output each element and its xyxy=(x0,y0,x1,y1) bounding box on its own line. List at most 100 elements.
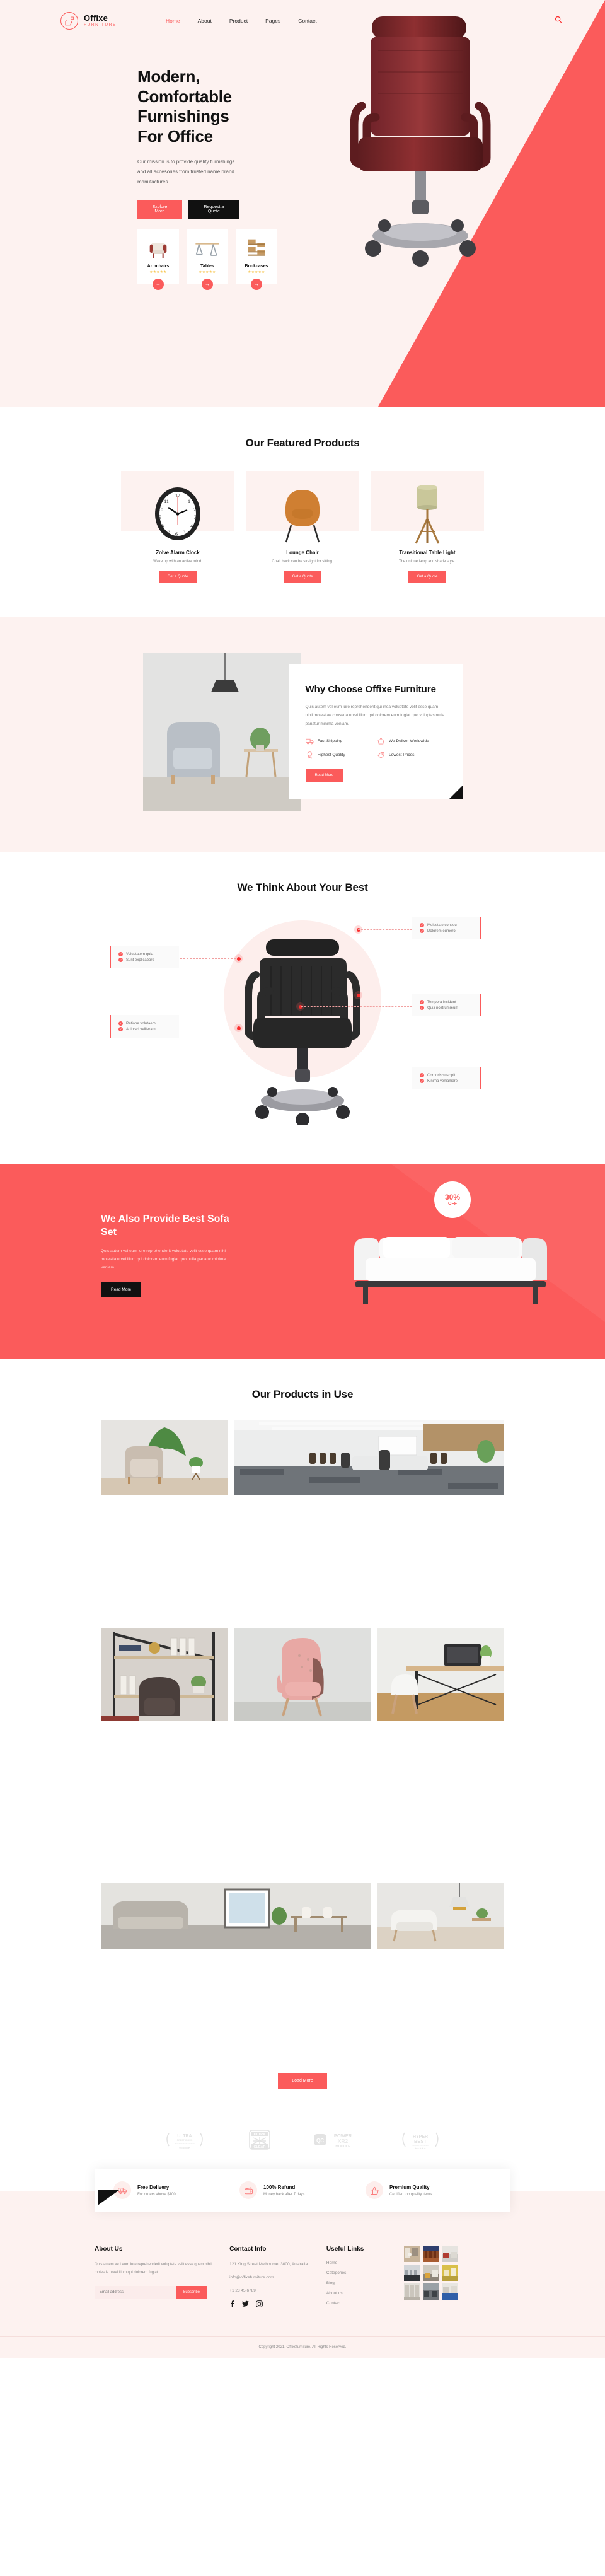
footer-about-text: Quis autem ve l eum iure reprehenderit v… xyxy=(95,2263,212,2275)
gallery-tile[interactable] xyxy=(101,1883,371,2057)
email-input[interactable] xyxy=(95,2286,176,2299)
gallery-tile[interactable] xyxy=(377,1883,504,2057)
check-icon: ✓ xyxy=(118,1021,123,1026)
product-name: Zolve Alarm Clock xyxy=(156,550,200,555)
hotspot-line: ✓ Voluptatem quia xyxy=(118,952,171,956)
instagram-thumb[interactable] xyxy=(403,2246,420,2262)
price-tag-icon xyxy=(377,752,384,759)
discount-off-label: OFF xyxy=(448,1202,457,1206)
instagram-thumb[interactable] xyxy=(422,2265,439,2281)
gallery-tile[interactable] xyxy=(234,1420,504,1622)
instagram-thumb[interactable] xyxy=(441,2283,458,2300)
gallery-tile[interactable] xyxy=(101,1420,228,1622)
why-choose-features: Fast Shipping We Deliver Worldwide Highe… xyxy=(305,737,446,759)
instagram-icon[interactable] xyxy=(256,2300,263,2307)
why-choose-section: Why Choose Offixe Furniture Quis autem v… xyxy=(0,617,605,852)
bookcase-icon xyxy=(238,234,275,260)
check-icon: ✓ xyxy=(118,958,123,962)
hotspot-text: Corporis suscipit xyxy=(427,1073,456,1077)
arrow-right-icon[interactable]: → xyxy=(153,278,164,290)
footer-phone[interactable]: +1 23 45 6789 xyxy=(229,2287,326,2295)
basket-icon xyxy=(377,738,384,745)
why-choose-card: Why Choose Offixe Furniture Quis autem v… xyxy=(289,664,463,800)
svg-text:QC: QC xyxy=(316,2138,324,2144)
hotspot-line: ✓ Quis nostrumreum xyxy=(420,1006,473,1010)
subscribe-button[interactable]: Subscribe xyxy=(176,2286,207,2299)
sofa-copy: We Also Provide Best Sofa Set Quis autem… xyxy=(101,1213,239,1297)
hotspot-line: ✓ Tempora incidunt xyxy=(420,1000,473,1004)
instagram-thumb[interactable] xyxy=(441,2246,458,2262)
nav-item-product[interactable]: Product xyxy=(229,18,248,24)
brand-logo[interactable]: Offixe FURNITURE xyxy=(60,11,117,30)
check-icon: ✓ xyxy=(420,1079,424,1083)
hero-title: Modern, Comfortable Furnishings For Offi… xyxy=(137,67,232,146)
get-quote-button[interactable]: Get a Quote xyxy=(408,571,447,583)
product-desc: The unique lamp and shade style. xyxy=(398,560,456,564)
svg-text:2: 2 xyxy=(193,507,196,513)
footer-contact-title: Contact Info xyxy=(229,2246,267,2253)
corner-decoration xyxy=(448,786,463,800)
main-navbar: Offixe FURNITURE Home About Product Page… xyxy=(0,0,605,30)
product-name: Lounge Chair xyxy=(286,550,319,555)
category-name: Bookcases xyxy=(245,264,268,269)
twitter-icon[interactable] xyxy=(242,2300,250,2307)
hero-section: Offixe FURNITURE Home About Product Page… xyxy=(0,0,605,407)
nav-item-pages[interactable]: Pages xyxy=(265,18,280,24)
alarm-clock-icon: 1212 345 678 91011 xyxy=(155,487,200,540)
hotspot-card-corporis: ✓ Corporis suscipit ✓ Kinima veniamare xyxy=(412,1067,481,1089)
gallery-tile[interactable] xyxy=(101,1628,228,1877)
brand-name: Offixe xyxy=(84,13,108,23)
rating-stars: ★★★★★ xyxy=(199,270,216,274)
category-card-tables[interactable]: Tables ★★★★★ → xyxy=(187,228,228,290)
category-card-armchairs[interactable]: Armchairs ★★★★★ → xyxy=(137,228,179,290)
footer-link-blog[interactable]: Blog xyxy=(326,2281,404,2285)
arrow-right-icon[interactable]: → xyxy=(251,278,262,290)
why-read-more-button[interactable]: Read More xyxy=(305,769,343,782)
sofa-image xyxy=(354,1237,547,1304)
svg-text:WINNER: WINNER xyxy=(179,2146,191,2149)
hotspot-line: ✓ Molestiae conseu xyxy=(420,923,473,927)
get-quote-button[interactable]: Get a Quote xyxy=(283,571,322,583)
service-free-delivery: Free Delivery For orders above $100 xyxy=(113,2181,239,2199)
footer-email[interactable]: info@offixefurniture.com xyxy=(229,2274,326,2282)
instagram-thumb[interactable] xyxy=(441,2265,458,2281)
nav-item-about[interactable]: About xyxy=(198,18,212,24)
gallery-tile[interactable] xyxy=(377,1628,504,1877)
footer-link-about-us[interactable]: About us xyxy=(326,2291,404,2295)
instagram-thumb[interactable] xyxy=(403,2265,420,2281)
load-more-button[interactable]: Load More xyxy=(278,2073,327,2089)
featured-products-section: Our Featured Products 12 1 2 345 678 9 10 11 xyxy=(0,407,605,617)
gallery-tile[interactable] xyxy=(234,1628,371,1877)
explore-more-button[interactable]: Explore More xyxy=(137,199,182,219)
sofa-read-more-button[interactable]: Read More xyxy=(101,1282,142,1297)
subscribe-form: Subscribe xyxy=(95,2286,207,2299)
footer-link-categories[interactable]: Categories xyxy=(326,2271,404,2275)
hotspot-line: ✓ Adipisci veliteram xyxy=(118,1027,171,1031)
medal-icon xyxy=(307,751,312,759)
facebook-icon[interactable] xyxy=(229,2300,235,2307)
service-title: Premium Quality xyxy=(389,2184,430,2190)
discount-badge: 30% OFF xyxy=(434,1181,471,1218)
service-sub: Money back after 7 days xyxy=(263,2192,305,2196)
nav-item-home[interactable]: Home xyxy=(166,18,180,24)
check-icon: ✓ xyxy=(420,1073,424,1077)
feature-highest-quality: Highest Quality xyxy=(306,751,375,759)
request-quote-button[interactable]: Request a Quote xyxy=(188,199,239,219)
thumbs-up-icon xyxy=(366,2181,383,2199)
instagram-thumb[interactable] xyxy=(422,2283,439,2300)
search-icon[interactable] xyxy=(555,15,562,26)
truck-icon xyxy=(305,738,313,745)
footer-link-home[interactable]: Home xyxy=(326,2261,404,2265)
site-footer: About Us Quis autem ve l eum iure repreh… xyxy=(0,2190,605,2358)
nav-item-contact[interactable]: Contact xyxy=(298,18,316,24)
product-image-box xyxy=(371,471,484,544)
instagram-thumb[interactable] xyxy=(403,2283,420,2300)
footer-link-contact[interactable]: Contact xyxy=(326,2301,404,2306)
footer-address: 121 King Street Melbourne, 3000, Austral… xyxy=(229,2262,308,2266)
arrow-right-icon[interactable]: → xyxy=(202,278,213,290)
footer-socials xyxy=(229,2300,326,2307)
category-card-bookcases[interactable]: Bookcases ★★★★★ → xyxy=(236,228,277,290)
get-quote-button[interactable]: Get a Quote xyxy=(158,571,197,583)
instagram-grid xyxy=(403,2246,510,2300)
instagram-thumb[interactable] xyxy=(422,2246,439,2262)
